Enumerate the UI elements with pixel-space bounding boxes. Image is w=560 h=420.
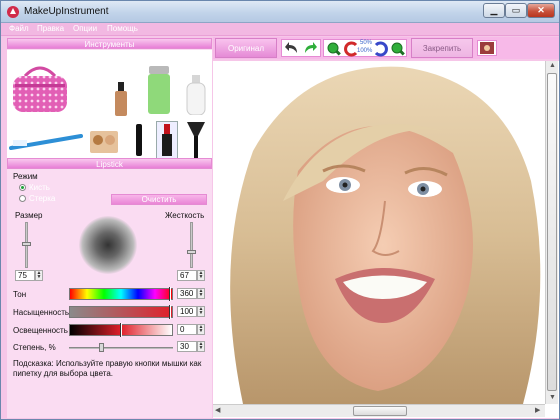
cosmetic-bag-icon[interactable]	[11, 62, 69, 114]
zoom-label-bottom: 100%	[357, 48, 373, 54]
left-panel: Инструменты Lipstick Режим Кисть Стерка …	[7, 38, 212, 418]
degree-stepper[interactable]: ▲ ▼	[197, 341, 205, 352]
saturation-gradient[interactable]	[69, 306, 173, 318]
brush-preview	[79, 216, 137, 274]
scroll-up-arrow[interactable]: ▲	[549, 62, 556, 69]
zoom-group: 50% 100%	[323, 39, 407, 57]
hardness-input[interactable]: 67	[177, 270, 197, 281]
app-logo-icon	[7, 6, 19, 18]
window-title: MakeUpInstrument	[24, 6, 109, 17]
zoom-in-icon[interactable]	[390, 41, 406, 57]
hardness-stepper[interactable]: ▲ ▼	[197, 270, 205, 281]
tone-stepper[interactable]: ▲ ▼	[197, 288, 205, 299]
mode-label: Режим	[13, 172, 38, 181]
hardness-slider[interactable]	[190, 222, 193, 268]
lightness-stepper[interactable]: ▲ ▼	[197, 324, 205, 335]
horizontal-scroll-thumb[interactable]	[353, 406, 407, 416]
menu-file[interactable]: Файл	[9, 24, 29, 33]
tone-input[interactable]: 360	[177, 288, 197, 299]
tone-marker[interactable]	[169, 287, 171, 301]
photo-icon	[480, 42, 494, 54]
image-canvas[interactable]: ▲ ▼ ◀ ▶	[213, 61, 559, 418]
maximize-button[interactable]: ▭	[505, 3, 527, 18]
powder-tube-icon[interactable]	[147, 66, 171, 114]
mode-brush-radio[interactable]	[19, 184, 26, 191]
tone-label: Тон	[13, 290, 27, 299]
lipstick-header: Lipstick	[7, 158, 212, 169]
apply-button[interactable]: Закрепить	[411, 38, 473, 58]
menu-options[interactable]: Опции	[73, 24, 97, 33]
horizontal-scrollbar[interactable]: ◀ ▶	[213, 404, 545, 417]
scroll-left-arrow[interactable]: ◀	[215, 406, 220, 414]
menu-bar: Файл Правка Опции Помощь	[1, 23, 559, 36]
saturation-marker[interactable]	[169, 305, 171, 319]
powder-brush-icon[interactable]	[185, 120, 207, 158]
tone-gradient[interactable]	[69, 288, 173, 300]
top-toolbar: Оригинал 50% 100% Закрепить	[213, 37, 559, 59]
foundation-icon[interactable]	[113, 82, 129, 116]
portrait-photo[interactable]	[213, 61, 545, 404]
lipstick-icon[interactable]	[156, 121, 178, 159]
lotion-bottle-icon[interactable]	[185, 75, 207, 115]
toothbrush-icon[interactable]	[9, 130, 85, 152]
saturation-label: Насыщенность	[13, 308, 70, 317]
title-bar: MakeUpInstrument ▁ ▭ ✕	[1, 1, 559, 23]
size-stepper[interactable]: ▲ ▼	[35, 270, 43, 281]
photo-thumbnail-button[interactable]	[477, 40, 497, 56]
lightness-label: Освещенность	[13, 326, 68, 335]
degree-slider-thumb[interactable]	[99, 343, 104, 352]
menu-edit[interactable]: Правка	[37, 24, 64, 33]
size-input[interactable]: 75	[15, 270, 35, 281]
vertical-scrollbar[interactable]: ▲ ▼	[545, 61, 558, 404]
zoom-out-icon[interactable]	[326, 41, 342, 57]
minimize-button[interactable]: ▁	[483, 3, 505, 18]
scroll-down-arrow[interactable]: ▼	[549, 394, 556, 401]
mode-eraser-label[interactable]: Стерка	[29, 194, 55, 203]
hint-text: Подсказка: Используйте правую кнопки мыш…	[13, 359, 202, 378]
zoom-label-top: 50%	[360, 40, 373, 46]
rotate-right-icon[interactable]	[372, 41, 388, 57]
app-window: MakeUpInstrument ▁ ▭ ✕ Файл Правка Опции…	[0, 0, 560, 420]
close-button[interactable]: ✕	[527, 3, 555, 18]
clear-button[interactable]: Очистить	[111, 194, 207, 205]
redo-icon[interactable]	[302, 41, 318, 55]
undo-icon[interactable]	[284, 41, 300, 55]
mode-eraser-radio[interactable]	[19, 195, 26, 202]
tools-header: Инструменты	[7, 38, 212, 49]
hardness-slider-thumb[interactable]	[187, 250, 196, 254]
undo-redo-group	[281, 39, 321, 57]
tools-gallery	[7, 50, 212, 159]
mascara-icon[interactable]	[135, 124, 143, 156]
saturation-stepper[interactable]: ▲ ▼	[197, 306, 205, 317]
scroll-right-arrow[interactable]: ▶	[535, 406, 540, 414]
vertical-scroll-thumb[interactable]	[547, 73, 557, 391]
eyeshadow-palette-icon[interactable]	[89, 130, 119, 154]
size-slider-thumb[interactable]	[22, 242, 31, 246]
mode-brush-label[interactable]: Кисть	[29, 183, 50, 192]
saturation-input[interactable]: 100	[177, 306, 197, 317]
lightness-input[interactable]: 0	[177, 324, 197, 335]
lightness-marker[interactable]	[120, 323, 122, 337]
degree-label: Степень, %	[13, 343, 56, 352]
degree-slider-track[interactable]	[69, 347, 173, 349]
size-label: Размер	[15, 211, 43, 220]
menu-help[interactable]: Помощь	[107, 24, 138, 33]
hardness-label: Жесткость	[165, 211, 205, 220]
degree-input[interactable]: 30	[177, 341, 197, 352]
original-button[interactable]: Оригинал	[215, 38, 277, 58]
